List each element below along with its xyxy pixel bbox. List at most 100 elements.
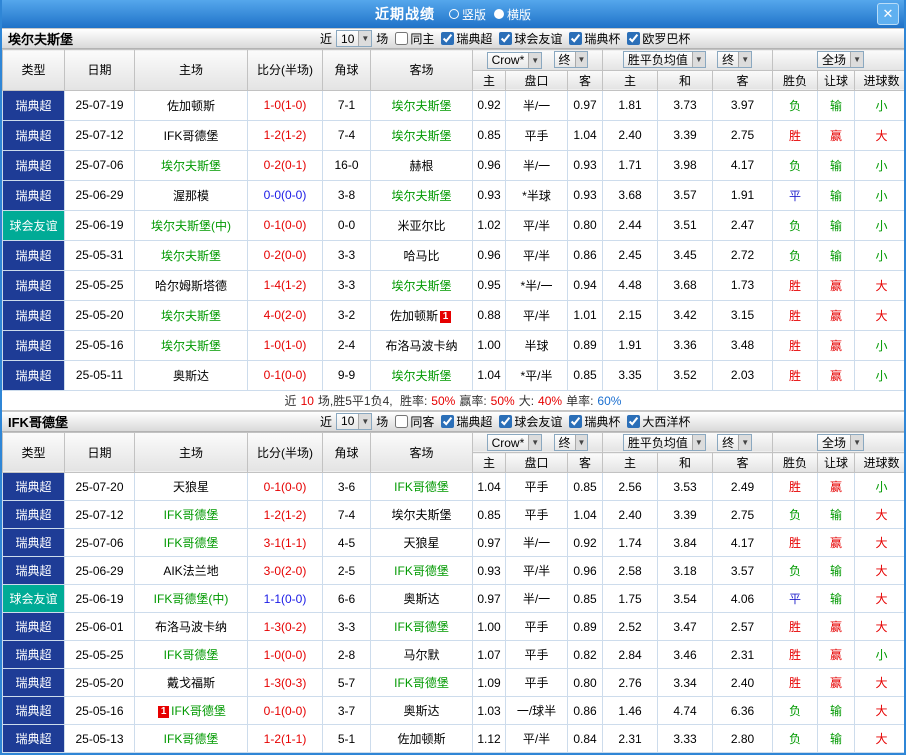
away-team-cell: 埃尔夫斯堡 xyxy=(370,269,473,301)
asian-handicap: 半/一 xyxy=(505,149,568,181)
europe-final-select[interactable]: 终 ▼ xyxy=(717,433,753,451)
avg-home-odds: 2.56 xyxy=(602,472,658,501)
avg-away-odds: 1.91 xyxy=(711,179,774,211)
away-team-cell: 哈马比 xyxy=(370,239,473,271)
checkbox-input[interactable] xyxy=(627,414,641,428)
col-avg-draw: 和 xyxy=(657,69,713,91)
score-cell: 3-0(2-0) xyxy=(247,556,323,585)
asian-away-odds: 0.80 xyxy=(567,209,603,241)
asian-home-odds: 1.00 xyxy=(472,612,506,641)
europe-avg-select[interactable]: 胜平负均值 ▼ xyxy=(622,51,706,69)
filter-checkbox[interactable]: 大西洋杯 xyxy=(627,413,690,430)
checkbox-input[interactable] xyxy=(395,32,409,45)
checkbox-input[interactable] xyxy=(627,32,641,45)
away-team-cell: 埃尔夫斯堡 xyxy=(370,89,473,121)
corners-cell: 5-7 xyxy=(322,668,371,697)
filter-checkbox[interactable]: 瑞典杯 xyxy=(569,413,620,430)
layout-radio[interactable]: 竖版 xyxy=(448,6,486,23)
match-type-cell: 瑞典超 xyxy=(2,269,65,301)
away-team-cell: 奥斯达 xyxy=(370,584,473,613)
away-team-cell: 布洛马波卡纳 xyxy=(370,329,473,361)
result-goals: 大 xyxy=(854,668,904,697)
score-cell: 0-1(0-0) xyxy=(247,359,323,391)
asian-final-select[interactable]: 终 ▼ xyxy=(553,51,589,68)
match-date-cell: 25-06-19 xyxy=(64,584,135,613)
bookmaker-select[interactable]: Crow* ▼ xyxy=(486,51,543,69)
europe-avg-select[interactable]: 胜平负均值 ▼ xyxy=(622,433,706,451)
result-handicap: 赢 xyxy=(817,299,856,331)
scope-select[interactable]: 全场 ▼ xyxy=(817,51,864,69)
asian-home-odds: 0.93 xyxy=(472,556,506,585)
bookmaker-select[interactable]: Crow* ▼ xyxy=(486,434,543,451)
result-winlose: 负 xyxy=(772,696,819,725)
europe-avg-select-value: 胜平负均值 xyxy=(627,435,688,450)
result-winlose: 胜 xyxy=(772,640,819,669)
filter-checkbox[interactable]: 瑞典杯 xyxy=(569,30,620,47)
filter-checkbox[interactable]: 瑞典超 xyxy=(441,30,492,47)
asian-away-odds: 0.96 xyxy=(567,556,603,585)
score-cell: 1-1(0-0) xyxy=(247,584,323,613)
avg-away-odds: 4.17 xyxy=(711,528,774,557)
checkbox-input[interactable] xyxy=(569,414,583,428)
asian-handicap: 半/一 xyxy=(505,89,568,121)
filter-checkbox[interactable]: 瑞典超 xyxy=(441,413,492,430)
avg-draw-odds: 3.34 xyxy=(657,668,713,697)
avg-home-odds: 2.76 xyxy=(602,668,658,697)
avg-home-odds: 2.31 xyxy=(602,724,658,753)
checkbox-label: 大西洋杯 xyxy=(642,414,691,429)
col-home: 主场 xyxy=(134,49,248,91)
checkbox-input[interactable] xyxy=(441,32,455,45)
filter-checkbox[interactable]: 欧罗巴杯 xyxy=(627,30,690,47)
asian-handicap: *半球 xyxy=(505,179,568,211)
checkbox-input[interactable] xyxy=(441,414,455,428)
result-handicap: 赢 xyxy=(817,472,856,501)
asian-home-odds: 1.12 xyxy=(472,724,506,753)
scope-select[interactable]: 全场 ▼ xyxy=(817,433,864,451)
match-row: 瑞典超 25-05-20 埃尔夫斯堡 4-0(2-0) 3-2 佐加顿斯 1 0.88 平/半 1… xyxy=(2,299,904,331)
asian-home-odds: 0.96 xyxy=(472,239,506,271)
result-goals: 大 xyxy=(854,556,904,585)
close-button[interactable]: ✕ xyxy=(877,3,899,25)
score-cell: 1-0(0-0) xyxy=(247,640,323,669)
avg-draw-odds: 3.73 xyxy=(657,89,713,121)
summary-row: 近 10 场,胜5平1负4, 胜率: 50% 赢率: 50% 大: 40% 单率: 60% xyxy=(2,390,904,411)
checkbox-input[interactable] xyxy=(499,32,513,45)
filter-checkbox[interactable]: 同主 xyxy=(395,30,434,47)
europe-final-select[interactable]: 终 ▼ xyxy=(717,51,753,69)
avg-draw-odds: 3.53 xyxy=(657,472,713,501)
result-winlose: 胜 xyxy=(772,329,819,361)
match-date-cell: 25-07-06 xyxy=(64,149,135,181)
chevron-down-icon: ▼ xyxy=(850,52,863,68)
result-winlose: 胜 xyxy=(772,269,819,301)
checkbox-input[interactable] xyxy=(395,414,409,428)
filter-checkbox[interactable]: 球会友谊 xyxy=(499,413,562,430)
layout-radio[interactable]: 横版 xyxy=(494,6,531,23)
result-goals: 小 xyxy=(854,149,904,181)
avg-home-odds: 3.35 xyxy=(602,359,658,391)
filter-checkbox[interactable]: 球会友谊 xyxy=(499,30,562,47)
asian-away-odds: 0.86 xyxy=(567,696,603,725)
scope-group: 全场 ▼ xyxy=(772,431,904,453)
recent-count-select[interactable]: 10 ▼ xyxy=(336,30,373,47)
asian-home-odds: 0.93 xyxy=(472,179,506,211)
match-date-cell: 25-07-06 xyxy=(64,528,135,557)
avg-draw-odds: 3.57 xyxy=(657,179,713,211)
checkbox-input[interactable] xyxy=(569,32,583,45)
filter-checkbox[interactable]: 同客 xyxy=(395,413,434,430)
asian-away-odds: 0.89 xyxy=(567,612,603,641)
result-goals: 小 xyxy=(854,209,904,241)
asian-final-select[interactable]: 终 ▼ xyxy=(553,433,589,451)
col-home: 主场 xyxy=(134,431,248,473)
avg-home-odds: 2.58 xyxy=(602,556,658,585)
asian-handicap: 半/一 xyxy=(505,528,568,557)
away-team-cell: 马尔默 xyxy=(370,640,473,669)
asian-handicap: 平手 xyxy=(505,119,568,151)
avg-home-odds: 4.48 xyxy=(602,269,658,301)
asian-away-odds: 0.93 xyxy=(567,149,603,181)
col-asian-away: 客 xyxy=(567,69,603,91)
recent-label: 近 xyxy=(320,414,333,429)
avg-away-odds: 3.57 xyxy=(711,556,774,585)
checkbox-input[interactable] xyxy=(499,414,513,428)
recent-count-select[interactable]: 10 ▼ xyxy=(336,412,373,430)
home-team-cell: 埃尔夫斯堡 xyxy=(134,329,248,361)
